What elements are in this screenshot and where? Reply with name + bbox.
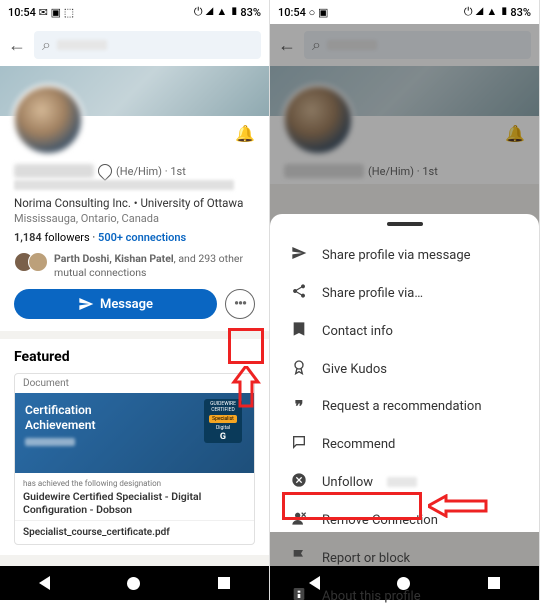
menu-about-profile[interactable]: About this profile	[270, 577, 539, 615]
menu-report-block[interactable]: Report or block	[270, 539, 539, 577]
menu-share-via[interactable]: Share profile via…	[270, 274, 539, 312]
company-line: Norima Consulting Inc. • University of O…	[14, 196, 255, 210]
flag-icon	[290, 548, 308, 568]
nav-recent-icon[interactable]	[218, 577, 230, 589]
left-screenshot: 10:54 ✉ ▣ ⬚ ⏻ ◢ ▲ ▮ 83% ← ⌕ 🔔 (He/Him) ·…	[0, 0, 270, 600]
info-icon	[290, 586, 308, 606]
search-input[interactable]: ⌕	[34, 31, 261, 59]
menu-share-message[interactable]: Share profile via message	[270, 236, 539, 274]
location: Mississauga, Ontario, Canada	[14, 212, 255, 225]
menu-give-kudos[interactable]: Give Kudos	[270, 350, 539, 388]
menu-contact-info[interactable]: Contact info	[270, 312, 539, 350]
avatar[interactable]	[12, 84, 84, 156]
more-button[interactable]: •••	[225, 289, 255, 319]
back-icon[interactable]: ←	[8, 35, 26, 56]
featured-heading: Featured	[14, 349, 255, 365]
featured-section: Featured Document CertificationAchieveme…	[0, 339, 269, 555]
quote-icon: ❞	[290, 397, 308, 416]
verified-icon	[95, 161, 115, 181]
android-nav	[0, 566, 269, 600]
top-bar: ← ⌕	[0, 24, 269, 66]
sheet-handle[interactable]	[387, 222, 423, 226]
menu-remove-connection[interactable]: Remove Connection	[270, 501, 539, 539]
right-screenshot: 10:54 ○ ▣ ⏻ ◢ ▲ ▮ 83% ← ⌕ 🔔 (He/Him) · 1…	[270, 0, 540, 600]
menu-unfollow[interactable]: Unfollow	[270, 463, 539, 501]
featured-document[interactable]: Document CertificationAchievement GUIDEW…	[14, 373, 255, 545]
profile-name	[14, 164, 94, 178]
send-icon	[78, 296, 94, 312]
search-icon: ⌕	[42, 35, 51, 55]
status-bar: 10:54 ○ ▣ ⏻ ◢ ▲ ▮ 83%	[270, 0, 539, 24]
bell-icon[interactable]: 🔔	[235, 124, 255, 143]
nav-back-icon[interactable]	[39, 576, 50, 590]
bookmark-icon	[290, 321, 308, 341]
person-remove-icon	[290, 510, 308, 530]
send-icon	[290, 245, 308, 265]
mutual-connections[interactable]: Parth Doshi, Kishan Patel, and 293 other…	[14, 252, 255, 279]
award-icon	[290, 359, 308, 379]
x-circle-icon	[290, 472, 308, 492]
bottom-sheet: Share profile via message Share profile …	[270, 214, 539, 532]
followers-line[interactable]: 1,184 followers · 500+ connections	[14, 231, 255, 244]
status-bar: 10:54 ✉ ▣ ⬚ ⏻ ◢ ▲ ▮ 83%	[0, 0, 269, 24]
message-button[interactable]: Message	[14, 289, 217, 319]
nav-home-icon[interactable]	[127, 577, 140, 590]
menu-request-rec[interactable]: ❞Request a recommendation	[270, 388, 539, 425]
menu-recommend[interactable]: Recommend	[270, 425, 539, 463]
share-icon	[290, 283, 308, 303]
cert-badge: GUIDEWIRE CERTIFIED Specialist Digital G	[204, 399, 242, 443]
chat-icon	[290, 434, 308, 454]
